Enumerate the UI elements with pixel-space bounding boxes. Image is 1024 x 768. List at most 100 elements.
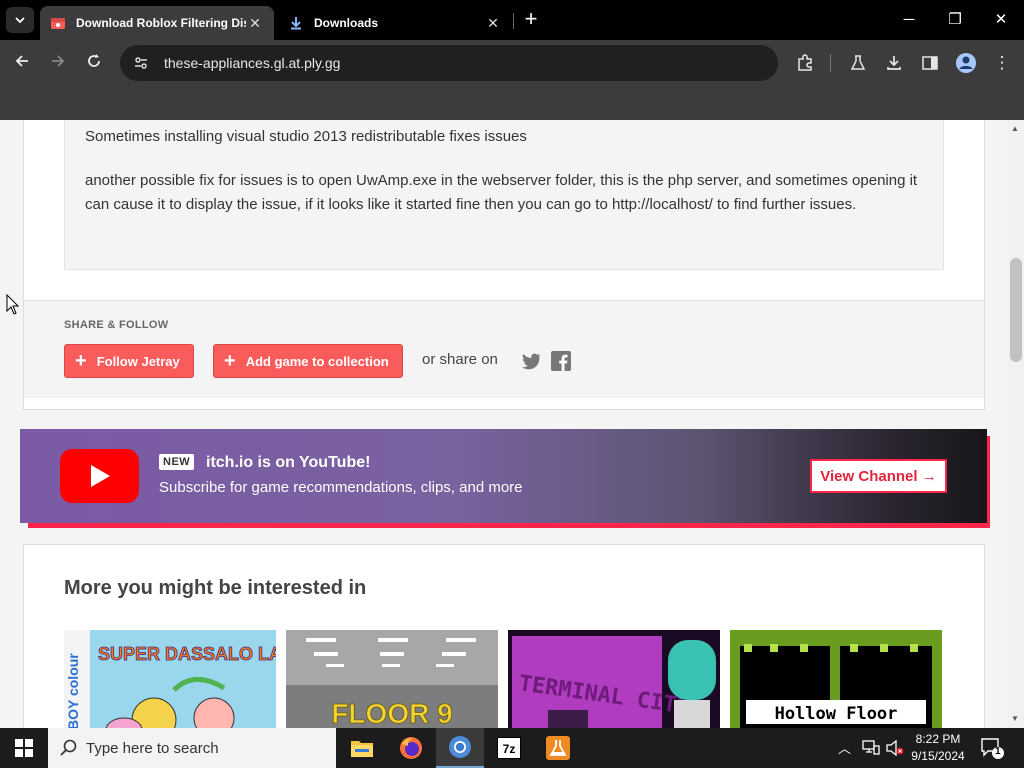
scrollbar-thumb[interactable] (1010, 258, 1022, 362)
plus-icon: + (224, 350, 236, 372)
scroll-down-arrow-icon[interactable]: ▼ (1011, 714, 1019, 723)
forward-arrow-icon (52, 55, 65, 67)
chrome-taskbar-button[interactable] (436, 728, 484, 768)
follow-label: Follow Jetray (96, 353, 180, 369)
minimize-button[interactable]: ─ (895, 8, 923, 32)
close-window-button[interactable]: ✕ (987, 8, 1015, 32)
share-follow-section: SHARE & FOLLOW + Follow Jetray + Add gam… (24, 300, 984, 398)
clock-time: 8:22 PM (915, 732, 961, 746)
game-cover-art: Hollow Floor (730, 630, 942, 728)
search-icon (60, 739, 77, 756)
extensions-icon[interactable] (793, 51, 817, 75)
youtube-banner-title: itch.io is on YouTube! (206, 454, 371, 471)
firefox-taskbar-button[interactable] (387, 728, 435, 768)
twitter-icon[interactable] (520, 351, 542, 371)
reload-button[interactable] (82, 51, 106, 75)
chrome-icon (449, 736, 471, 758)
tab-roblox-download[interactable]: Download Roblox Filtering Dis ✕ (40, 6, 274, 40)
tab-separator (513, 13, 514, 29)
install-notes-box: Sometimes installing visual studio 2013 … (64, 120, 944, 270)
notification-count-badge: 1 (995, 746, 1001, 757)
start-button[interactable] (0, 728, 48, 768)
show-hidden-icons-chevron-icon[interactable]: ︿ (838, 738, 851, 757)
notification-center-button[interactable]: 1 (980, 736, 1004, 760)
game-thumbnail-super-dassalo-land[interactable]: BOY colour SUPER DASSALO LAND (64, 630, 276, 728)
new-badge: NEW (159, 454, 195, 470)
flask-icon (546, 736, 570, 760)
youtube-banner-shadow (28, 523, 990, 528)
windows-logo-icon (15, 739, 33, 757)
svg-text:7z: 7z (503, 742, 516, 756)
network-icon[interactable] (862, 740, 880, 756)
flask-app-taskbar-button[interactable] (534, 728, 582, 768)
file-explorer-taskbar-button[interactable] (338, 728, 386, 768)
recommendations-heading: More you might be interested in (64, 577, 367, 599)
browser-toolbar: these-appliances.gl.at.ply.gg ⋮ (0, 40, 1024, 86)
note-paragraph: Sometimes installing visual studio 2013 … (85, 128, 527, 145)
clock-date: 9/15/2024 (911, 749, 965, 763)
profile-avatar-icon[interactable] (954, 51, 978, 75)
facebook-icon[interactable] (550, 351, 572, 371)
7zip-icon: 7z (497, 737, 521, 759)
reload-icon (88, 54, 100, 67)
view-channel-button[interactable]: View Channel → (810, 459, 947, 493)
tab-title: Downloads (314, 16, 379, 30)
bookmark-bar (0, 86, 1024, 120)
7zip-taskbar-button[interactable]: 7z (485, 728, 533, 768)
windows-taskbar: Type here to search 7z ︿ 8:22 PM 9/15/20… (0, 728, 1024, 768)
youtube-banner: NEW itch.io is on YouTube! Subscribe for… (20, 429, 987, 523)
chevron-down-icon (15, 17, 25, 24)
share-on-label: or share on (422, 351, 498, 368)
new-tab-button[interactable]: + (520, 8, 542, 32)
restore-button[interactable]: ❐ (941, 8, 969, 32)
tab-downloads[interactable]: Downloads ✕ (278, 6, 512, 40)
download-icon (288, 15, 304, 31)
game-thumbnail-terminal-city[interactable]: TERMINAL CITY (508, 630, 720, 728)
add-to-collection-button[interactable]: + Add game to collection (213, 344, 403, 378)
mouse-cursor-icon (6, 294, 20, 315)
follow-button[interactable]: + Follow Jetray (64, 344, 194, 378)
itch-favicon-icon (50, 15, 66, 31)
back-arrow-icon (15, 55, 28, 67)
page-viewport[interactable]: Sometimes installing visual studio 2013 … (0, 120, 1008, 728)
tab-title: Download Roblox Filtering Dis (76, 16, 246, 30)
game-side-caption: BOY colour (65, 653, 81, 728)
note-paragraph: another possible fix for issues is to op… (85, 172, 918, 213)
tab-search-button[interactable] (6, 7, 34, 33)
labs-flask-icon[interactable] (846, 51, 870, 75)
game-caption: Hollow Floor (775, 704, 898, 724)
forward-button[interactable] (46, 51, 70, 75)
back-button[interactable] (10, 51, 34, 75)
game-caption: FLOOR 9 (331, 698, 452, 728)
game-caption: SUPER DASSALO LAND (98, 644, 276, 664)
menu-kebab-icon[interactable]: ⋮ (990, 51, 1014, 75)
side-panel-icon[interactable] (918, 51, 942, 75)
collection-label: Add game to collection (245, 353, 389, 369)
system-clock[interactable]: 8:22 PM 9/15/2024 (902, 731, 974, 765)
tab-close-icon[interactable]: ✕ (484, 15, 502, 32)
toolbar-separator (830, 54, 831, 72)
game-cover-art: FLOOR 9 (286, 630, 498, 728)
firefox-icon (400, 737, 422, 759)
youtube-banner-subtitle: Subscribe for game recommendations, clip… (159, 479, 523, 496)
address-bar[interactable]: these-appliances.gl.at.ply.gg (120, 45, 778, 81)
taskbar-search-placeholder: Type here to search (86, 739, 219, 757)
game-thumbnail-floor-9[interactable]: FLOOR 9 (286, 630, 498, 728)
url-text: these-appliances.gl.at.ply.gg (164, 55, 341, 71)
game-cover-art: BOY colour SUPER DASSALO LAND (64, 630, 276, 728)
plus-icon: + (75, 350, 87, 372)
downloads-icon[interactable] (882, 51, 906, 75)
recommendations-card: More you might be interested in BOY colo… (23, 544, 985, 728)
game-cover-art: TERMINAL CITY (508, 630, 720, 728)
vertical-scrollbar[interactable] (1008, 120, 1024, 728)
share-heading: SHARE & FOLLOW (64, 319, 169, 331)
tab-strip: Download Roblox Filtering Dis ✕ Download… (0, 0, 1024, 40)
game-thumbnail-hollow-floor[interactable]: Hollow Floor (730, 630, 942, 728)
youtube-logo-icon (60, 449, 139, 503)
folder-icon (351, 741, 373, 757)
tab-close-icon[interactable]: ✕ (246, 15, 264, 32)
scroll-up-arrow-icon[interactable]: ▲ (1011, 124, 1019, 133)
taskbar-search-box[interactable]: Type here to search (48, 728, 336, 768)
game-info-card: Sometimes installing visual studio 2013 … (23, 120, 985, 410)
site-info-icon[interactable] (132, 54, 150, 72)
